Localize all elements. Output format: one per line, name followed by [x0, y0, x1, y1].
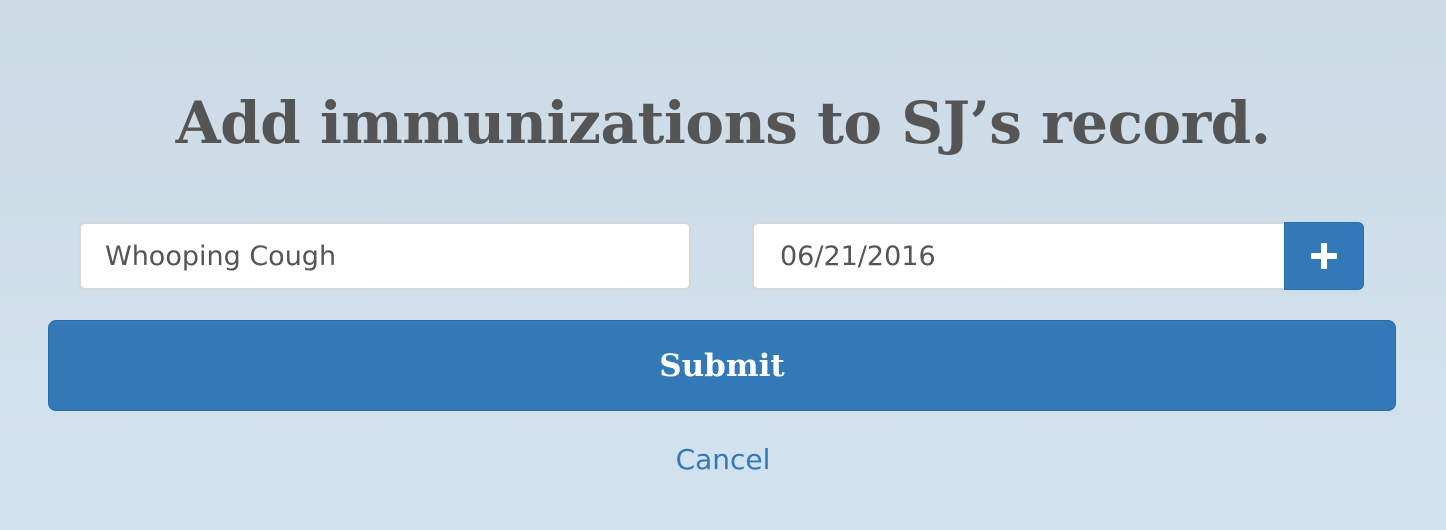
submit-button[interactable]: Submit	[48, 320, 1396, 411]
add-immunization-button[interactable]	[1284, 222, 1364, 290]
cancel-link-row: Cancel	[0, 440, 1446, 480]
plus-icon	[1311, 243, 1337, 269]
immunization-date-input[interactable]	[752, 222, 1284, 290]
page-title: Add immunizations to SJ’s record.	[175, 89, 1271, 157]
vaccine-name-input[interactable]	[79, 222, 691, 290]
cancel-link[interactable]: Cancel	[676, 443, 771, 476]
date-input-group	[752, 222, 1364, 290]
